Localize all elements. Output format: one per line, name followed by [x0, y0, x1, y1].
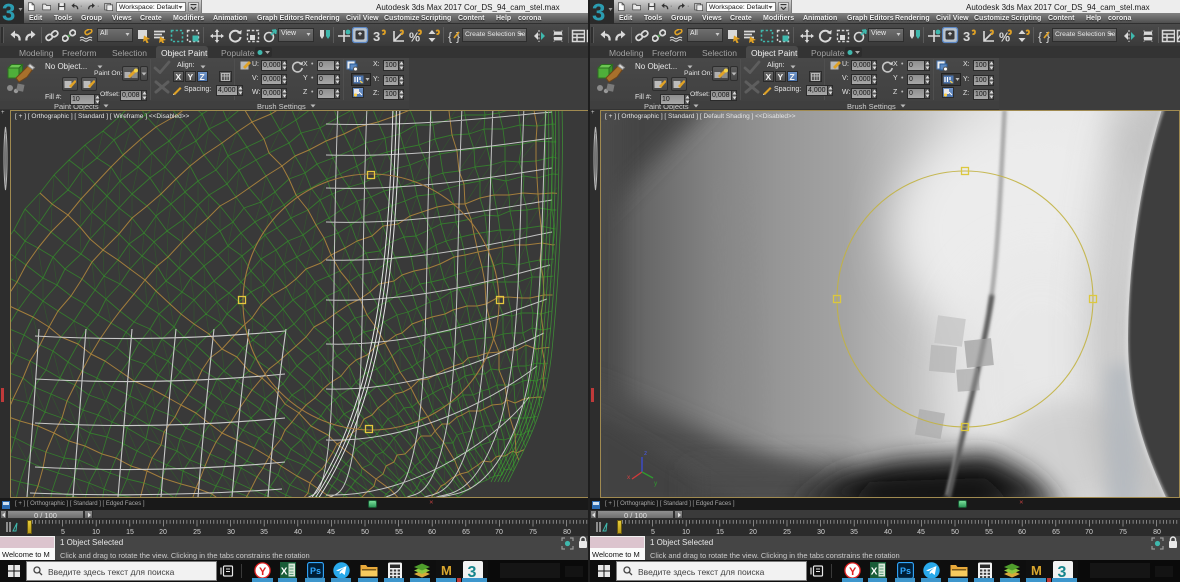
svg-text:10: 10 [682, 529, 690, 536]
svg-text:65: 65 [462, 529, 470, 536]
svg-text:3: 3 [373, 29, 380, 43]
svg-text:3: 3 [592, 0, 605, 24]
svg-text:3: 3 [2, 0, 15, 24]
svg-text:50: 50 [361, 529, 369, 536]
svg-text:55: 55 [395, 529, 403, 536]
svg-text:15: 15 [716, 529, 724, 536]
svg-text:%: % [999, 31, 1010, 44]
svg-text:60: 60 [1018, 529, 1026, 536]
svg-text:80: 80 [1153, 529, 1161, 536]
svg-text:5: 5 [651, 529, 655, 536]
svg-text:80: 80 [563, 529, 571, 536]
svg-text:}: } [1046, 30, 1050, 44]
svg-text:15: 15 [126, 529, 134, 536]
svg-text:75: 75 [529, 529, 537, 536]
svg-text:60: 60 [428, 529, 436, 536]
svg-text:70: 70 [495, 529, 503, 536]
svg-text:}: } [456, 30, 460, 44]
svg-text:10: 10 [92, 529, 100, 536]
svg-text:{: { [1038, 30, 1042, 44]
svg-text:75: 75 [1119, 529, 1127, 536]
svg-text:%: % [409, 31, 420, 44]
svg-text:Ps: Ps [310, 566, 321, 576]
svg-text:55: 55 [985, 529, 993, 536]
svg-text:Y: Y [849, 566, 857, 578]
svg-text:35: 35 [260, 529, 268, 536]
svg-text:Ps: Ps [900, 566, 911, 576]
svg-text:40: 40 [294, 529, 302, 536]
svg-text:{: { [448, 30, 452, 44]
svg-text:20: 20 [159, 529, 167, 536]
svg-text:20: 20 [749, 529, 757, 536]
svg-text:70: 70 [1085, 529, 1093, 536]
svg-text:X: X [871, 567, 878, 578]
svg-text:z: z [644, 450, 647, 457]
svg-text:45: 45 [327, 529, 335, 536]
svg-text:30: 30 [227, 529, 235, 536]
svg-text:65: 65 [1052, 529, 1060, 536]
svg-text:Y: Y [259, 566, 267, 578]
svg-text:35: 35 [850, 529, 858, 536]
svg-text:50: 50 [951, 529, 959, 536]
svg-text:3: 3 [963, 29, 970, 43]
svg-text:30: 30 [817, 529, 825, 536]
svg-text:45: 45 [917, 529, 925, 536]
svg-text:40: 40 [884, 529, 892, 536]
svg-text:25: 25 [783, 529, 791, 536]
svg-text:25: 25 [193, 529, 201, 536]
svg-text:X: X [281, 567, 288, 578]
svg-text:5: 5 [61, 529, 65, 536]
